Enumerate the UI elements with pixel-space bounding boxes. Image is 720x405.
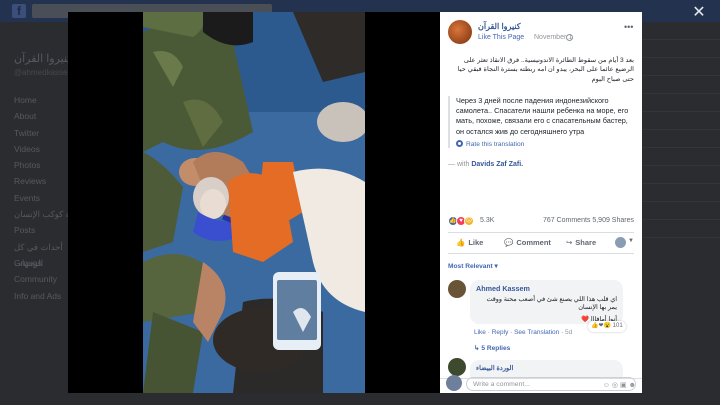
comment-actions[interactable]: Like · Reply · See Translation · 5d xyxy=(474,329,572,336)
like-button[interactable]: 👍 Like xyxy=(456,238,483,247)
page-name-link[interactable]: كنيروا القرآن xyxy=(478,22,521,31)
like-label: Like xyxy=(468,238,484,247)
photo-viewer-stage xyxy=(68,12,440,393)
comment-button[interactable]: 💬 Comment xyxy=(504,238,551,247)
share-label: Share xyxy=(575,238,597,247)
comment-icon: 💬 xyxy=(504,238,514,247)
comments-shares-count[interactable]: 767 Comments 5,909 Shares xyxy=(543,217,634,224)
sticker-icon[interactable]: ☻ xyxy=(629,382,638,389)
replies-label: 5 Replies xyxy=(481,345,511,352)
comment-item: الوردة البيضاء xyxy=(448,358,634,384)
post-translation: Через 3 дней после падения индонезийског… xyxy=(456,96,629,136)
globe-icon xyxy=(566,34,573,41)
reply-arrow-icon: ↳ xyxy=(474,345,480,352)
comment-action-links[interactable]: Like · Reply · See Translation · xyxy=(474,329,563,336)
rate-translation-label: Rate this translation xyxy=(466,140,525,148)
commenter-name[interactable]: Ahmed Kassem xyxy=(476,284,617,293)
background-right-column xyxy=(642,22,720,405)
post-action-bar: 👍 Like 💬 Comment ↪ Share ▼ xyxy=(448,232,634,254)
page-avatar[interactable] xyxy=(448,20,472,44)
post-side-panel: كنيروا القرآن Like This Page November 1 … xyxy=(440,12,642,393)
thumbs-up-icon: 👍 xyxy=(456,238,466,247)
comment-composer: Write a comment... ☺◎▣☻ xyxy=(440,375,642,393)
comment-time[interactable]: 5d xyxy=(565,329,572,336)
camera-icon[interactable]: ◎ xyxy=(612,382,620,389)
like-page-link[interactable]: Like This Page xyxy=(478,34,524,41)
background-page-handle: @ahmedkassem xyxy=(14,68,75,77)
share-icon: ↪ xyxy=(566,238,573,247)
translation-box: Через 3 дней после падения индонезийског… xyxy=(448,96,634,148)
commenter-avatar[interactable] xyxy=(448,280,466,298)
post-text-arabic: بعد 3 أيام من سقوط الطائرة الاندونيسية..… xyxy=(457,57,634,83)
comment-reaction-count: 101 xyxy=(612,323,623,329)
sad-reaction-icon: ☹ xyxy=(464,216,474,226)
tagged-with: — with Davids Zaf Zafi. xyxy=(448,161,523,168)
avatar xyxy=(615,237,626,248)
reactions-summary[interactable]: 👍 ♥ ☹ 5.3K 767 Comments 5,909 Shares xyxy=(448,216,634,228)
comment-sort-dropdown[interactable]: Most Relevant ▾ xyxy=(448,262,498,270)
comment-label: Comment xyxy=(516,238,551,247)
post-photo[interactable] xyxy=(143,12,365,393)
comment-bubble: Ahmed Kassem اي قلب هذا اللي يصنع شئ في … xyxy=(470,280,623,324)
share-button[interactable]: ↪ Share xyxy=(566,238,596,247)
rescue-photo-illustration xyxy=(143,12,365,393)
comment-text: اي قلب هذا اللي يصنع شئ في أصعب محنة ووق… xyxy=(486,296,617,312)
tagged-friend-link[interactable]: Davids Zaf Zafi. xyxy=(471,161,523,168)
more-options-icon[interactable]: ••• xyxy=(624,22,633,32)
post-header: كنيروا القرآن Like This Page November 1 … xyxy=(448,20,634,50)
comment-item: Ahmed Kassem اي قلب هذا اللي يصنع شئ في … xyxy=(448,280,634,358)
composer-icons: ☺◎▣☻ xyxy=(603,381,638,389)
view-replies-link[interactable]: ↳ 5 Replies xyxy=(474,344,510,352)
commenter-avatar[interactable] xyxy=(448,358,466,376)
commenter-name[interactable]: الوردة البيضاء xyxy=(476,364,617,372)
comment-reactions-badge[interactable]: 👍❤😮 101 xyxy=(588,321,626,332)
close-icon[interactable]: ✕ xyxy=(690,4,708,22)
chevron-down-icon: ▼ xyxy=(628,238,634,244)
rate-translation-link[interactable]: Rate this translation xyxy=(456,139,634,148)
with-prefix: — with xyxy=(448,161,470,168)
emoji-icon[interactable]: ☺ xyxy=(603,382,612,389)
facebook-logo-icon[interactable]: f xyxy=(12,4,26,18)
gear-icon xyxy=(456,139,463,147)
gif-icon[interactable]: ▣ xyxy=(620,382,629,389)
background-page-name: كنيروا القرآن xyxy=(14,53,73,65)
avatar-chooser[interactable]: ▼ xyxy=(615,237,634,249)
avatar xyxy=(446,375,462,391)
reaction-count[interactable]: 5.3K xyxy=(480,217,494,224)
reaction-icons: 👍❤😮 xyxy=(591,323,611,329)
